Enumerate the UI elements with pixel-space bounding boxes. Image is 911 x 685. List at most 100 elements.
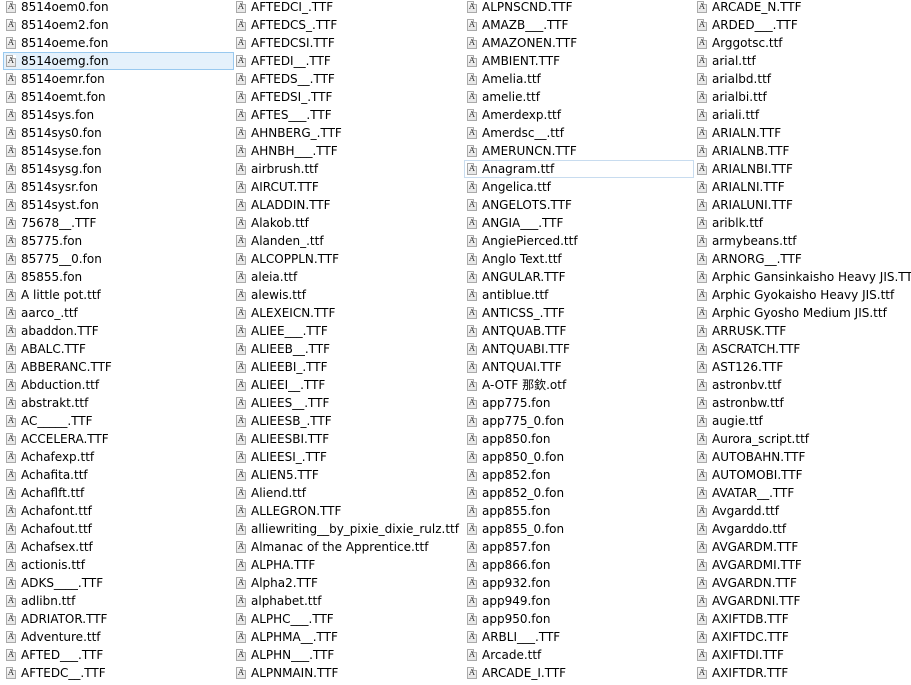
file-item[interactable]: AFTEDC__.TTF (3, 664, 107, 682)
file-item[interactable]: arial.ttf (694, 52, 757, 70)
file-item[interactable]: Anglo Text.ttf (464, 250, 563, 268)
file-item[interactable]: ALIEESBI.TTF (233, 430, 330, 448)
file-item[interactable]: AVGARDN.TTF (694, 574, 798, 592)
file-item[interactable]: ALIEESB_.TTF (233, 412, 333, 430)
file-item[interactable]: Arggotsc.ttf (694, 34, 784, 52)
file-item[interactable]: AIRCUT.TTF (233, 178, 320, 196)
file-item[interactable]: ariali.ttf (694, 106, 760, 124)
file-item[interactable]: ABBERANC.TTF (3, 358, 113, 376)
file-item[interactable]: app866.fon (464, 556, 551, 574)
file-item[interactable]: antiblue.ttf (464, 286, 549, 304)
file-item[interactable]: 8514oemt.fon (3, 88, 107, 106)
file-item[interactable]: astronbv.ttf (694, 376, 782, 394)
file-item[interactable]: AVATAR__.TTF (694, 484, 795, 502)
file-item[interactable]: ALIEEI__.TTF (233, 376, 326, 394)
file-item[interactable]: ADKS____.TTF (3, 574, 104, 592)
file-item[interactable]: amelie.ttf (464, 88, 541, 106)
file-item[interactable]: 8514oeme.fon (3, 34, 109, 52)
file-item[interactable]: ALADDIN.TTF (233, 196, 332, 214)
file-item[interactable]: Abduction.ttf (3, 376, 100, 394)
file-item[interactable]: AC_____.TTF (3, 412, 94, 430)
file-item[interactable]: ALPHA.TTF (233, 556, 316, 574)
file-item[interactable]: app775_0.fon (464, 412, 565, 430)
file-item[interactable]: ANTICSS_.TTF (464, 304, 566, 322)
file-item[interactable]: ALIEEBI_.TTF (233, 358, 329, 376)
file-item[interactable]: ARIALNBI.TTF (694, 160, 794, 178)
file-item[interactable]: ANTQUABI.TTF (464, 340, 571, 358)
file-item[interactable]: app852.fon (464, 466, 551, 484)
file-item[interactable]: ARIALNI.TTF (694, 178, 786, 196)
file-item[interactable]: ACCELERA.TTF (3, 430, 110, 448)
file-item[interactable]: AVGARDMI.TTF (694, 556, 803, 574)
file-item[interactable]: ASCRATCH.TTF (694, 340, 801, 358)
file-item[interactable]: 8514sysg.fon (3, 160, 103, 178)
file-item[interactable]: 8514syst.fon (3, 196, 100, 214)
file-item[interactable]: Alanden_.ttf (233, 232, 325, 250)
file-item[interactable]: AXIFTDB.TTF (694, 610, 790, 628)
file-item[interactable]: AMAZONEN.TTF (464, 34, 578, 52)
file-item[interactable]: ADRIATOR.TTF (3, 610, 108, 628)
file-item[interactable]: Achafont.ttf (3, 502, 93, 520)
file-item[interactable]: 85775__0.fon (3, 250, 103, 268)
file-item[interactable]: augie.ttf (694, 412, 764, 430)
file-item[interactable]: ALEXEICN.TTF (233, 304, 336, 322)
file-item[interactable]: 85855.fon (3, 268, 83, 286)
file-item[interactable]: app850.fon (464, 430, 551, 448)
file-item[interactable]: adlibn.ttf (3, 592, 76, 610)
file-item[interactable]: ANTQUAI.TTF (464, 358, 563, 376)
file-item[interactable]: arialbd.ttf (694, 70, 772, 88)
file-item[interactable]: ANTQUAB.TTF (464, 322, 567, 340)
file-item[interactable]: ANGELOTS.TTF (464, 196, 573, 214)
file-item[interactable]: 75678__.TTF (3, 214, 97, 232)
file-item[interactable]: AFTES___.TTF (233, 106, 333, 124)
file-item[interactable]: ALCOPPLN.TTF (233, 250, 340, 268)
file-item[interactable]: app855.fon (464, 502, 551, 520)
file-item[interactable]: AFTEDI__.TTF (233, 52, 332, 70)
file-item[interactable]: app852_0.fon (464, 484, 565, 502)
file-item[interactable]: 8514oem0.fon (3, 0, 110, 16)
file-item[interactable]: app775.fon (464, 394, 551, 412)
file-item[interactable]: ARBLI___.TTF (464, 628, 561, 646)
file-item[interactable]: app932.fon (464, 574, 551, 592)
file-item[interactable]: ALIEN5.TTF (233, 466, 320, 484)
file-item[interactable]: ANGIA___.TTF (464, 214, 564, 232)
file-item[interactable]: Achafsex.ttf (3, 538, 94, 556)
file-item[interactable]: AngiePierced.ttf (464, 232, 579, 250)
file-item[interactable]: ALLEGRON.TTF (233, 502, 342, 520)
file-item[interactable]: Almanac of the Apprentice.ttf (233, 538, 429, 556)
file-item[interactable]: ARCADE_I.TTF (464, 664, 567, 682)
file-item[interactable]: ALPHC___.TTF (233, 610, 335, 628)
file-item[interactable]: Arphic Gansinkaisho Heavy JIS.TTF (694, 268, 911, 286)
file-item[interactable]: Arphic Gyokaisho Heavy JIS.ttf (694, 286, 895, 304)
file-item[interactable]: 8514oemg.fon (3, 52, 234, 70)
file-item[interactable]: ALIEEB__.TTF (233, 340, 331, 358)
file-item[interactable]: ALPNSCND.TTF (464, 0, 574, 16)
file-item[interactable]: Alakob.ttf (233, 214, 310, 232)
file-item[interactable]: AXIFTDI.TTF (694, 646, 785, 664)
file-item[interactable]: ARIALN.TTF (694, 124, 782, 142)
file-item[interactable]: ANGULAR.TTF (464, 268, 567, 286)
file-item[interactable]: Achaflft.ttf (3, 484, 85, 502)
file-item[interactable]: app857.fon (464, 538, 551, 556)
file-item[interactable]: ARNORG__.TTF (694, 250, 803, 268)
file-item[interactable]: A little pot.ttf (3, 286, 102, 304)
file-item[interactable]: ARRUSK.TTF (694, 322, 787, 340)
file-item[interactable]: ariblk.ttf (694, 214, 764, 232)
file-item[interactable]: alewis.ttf (233, 286, 307, 304)
file-item[interactable]: AFTEDCSI.TTF (233, 34, 336, 52)
file-item[interactable]: app855_0.fon (464, 520, 565, 538)
file-item[interactable]: abaddon.TTF (3, 322, 100, 340)
file-item[interactable]: ABALC.TTF (3, 340, 87, 358)
file-item[interactable]: AMERUNCN.TTF (464, 142, 578, 160)
file-item[interactable]: AFTEDCS_.TTF (233, 16, 338, 34)
file-item[interactable]: AVGARDM.TTF (694, 538, 799, 556)
file-item[interactable]: app949.fon (464, 592, 551, 610)
file-item[interactable]: Avgardd.ttf (694, 502, 780, 520)
file-item[interactable]: Achafout.ttf (3, 520, 93, 538)
file-item[interactable]: ALPHMA__.TTF (233, 628, 339, 646)
file-item[interactable]: AMAZB___.TTF (464, 16, 569, 34)
file-item[interactable]: Achafita.ttf (3, 466, 89, 484)
file-item[interactable]: Aliend.ttf (233, 484, 307, 502)
file-item[interactable]: ALPHN___.TTF (233, 646, 335, 664)
file-item[interactable]: 8514sysr.fon (3, 178, 99, 196)
